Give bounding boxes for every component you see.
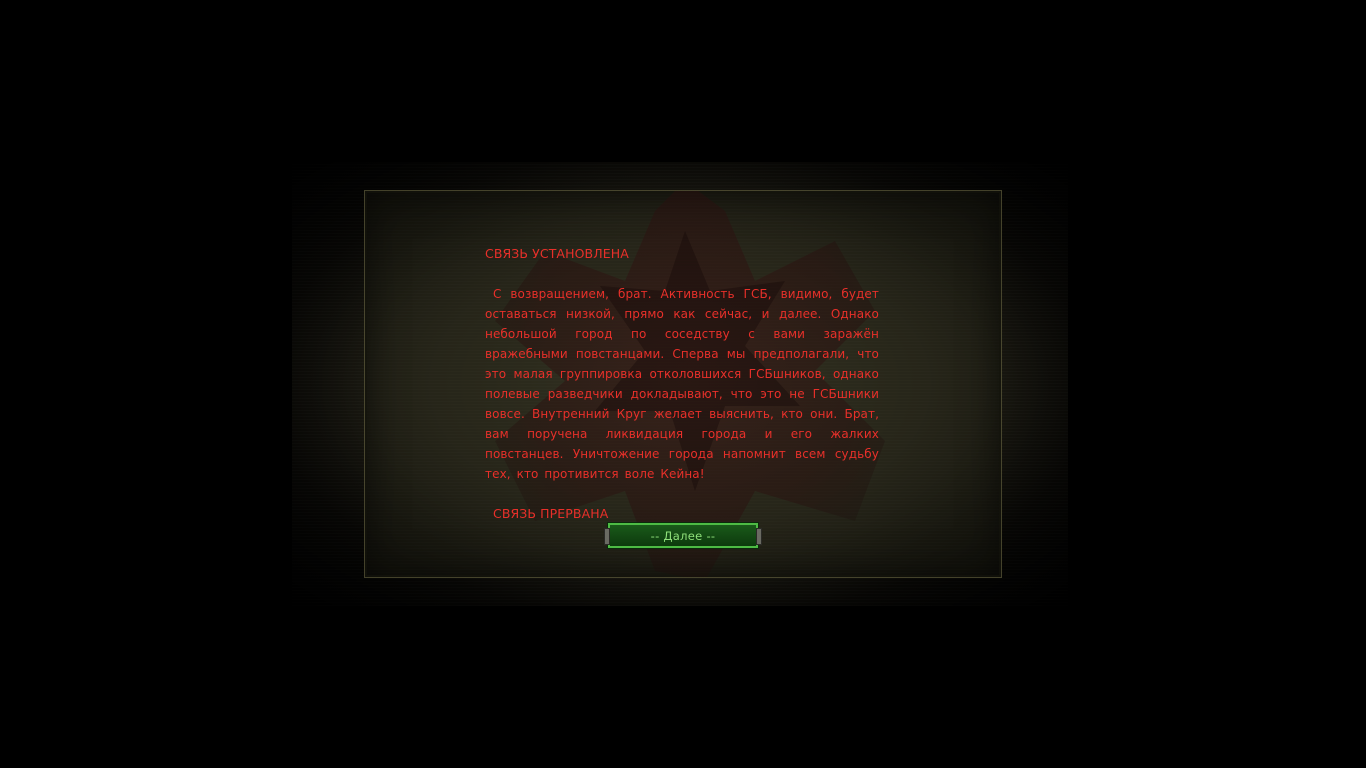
connection-lost-text: СВЯЗЬ ПРЕРВАНА xyxy=(493,506,609,521)
briefing-message: С возвращением, брат. Активность ГСБ, ви… xyxy=(485,287,879,481)
button-left-cap xyxy=(604,528,610,545)
button-right-cap xyxy=(756,528,762,545)
briefing-content: СВЯЗЬ УСТАНОВЛЕНА С возвращением, брат. … xyxy=(485,244,885,524)
connection-established-title: СВЯЗЬ УСТАНОВЛЕНА xyxy=(485,246,629,261)
continue-button[interactable]: -- Далее -- xyxy=(604,522,762,549)
game-screen: СВЯЗЬ УСТАНОВЛЕНА С возвращением, брат. … xyxy=(0,0,1366,768)
continue-button-label: -- Далее -- xyxy=(650,528,716,543)
